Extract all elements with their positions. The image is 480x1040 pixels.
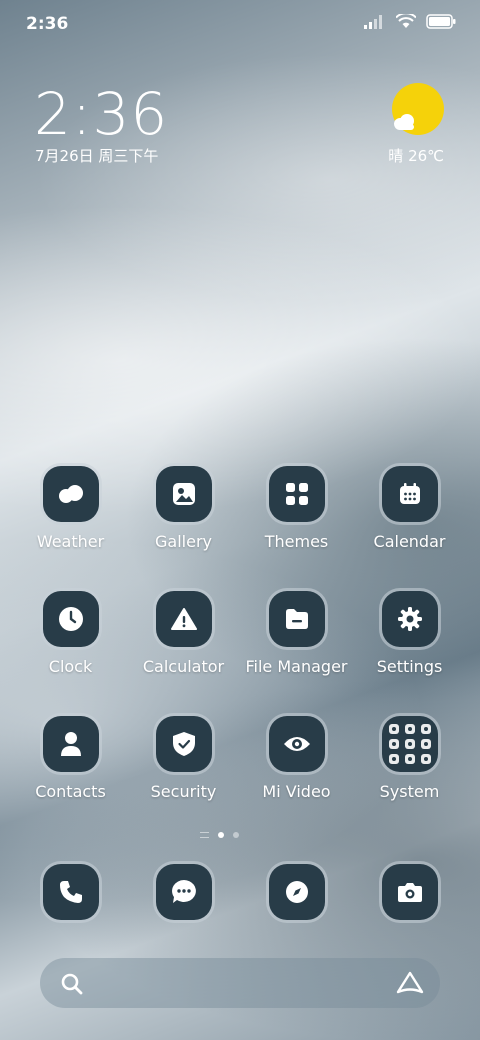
calendar-icon [381, 466, 438, 522]
app-label: Calendar [373, 532, 446, 551]
assistant-icon[interactable] [396, 971, 424, 995]
signal-icon [364, 14, 382, 29]
page-dot [233, 832, 239, 838]
app-label: Mi Video [262, 782, 331, 801]
app-gallery[interactable]: Gallery [127, 466, 240, 551]
browser-icon [268, 864, 325, 920]
dock-messages[interactable] [127, 864, 240, 920]
app-label: Gallery [155, 532, 212, 551]
app-label: Themes [264, 532, 329, 551]
cloud-icon [394, 114, 414, 130]
clock-icon [42, 591, 99, 647]
app-themes[interactable]: Themes [240, 466, 353, 551]
gallery-icon [155, 466, 212, 522]
dock-browser[interactable] [240, 864, 353, 920]
dock-phone[interactable] [14, 864, 127, 920]
app-label: Security [150, 782, 217, 801]
page-dot-active [218, 832, 224, 838]
app-label: System [379, 782, 440, 801]
app-label: Calculator [142, 657, 225, 676]
messages-icon [155, 864, 212, 920]
app-mi-video[interactable]: Mi Video [240, 716, 353, 801]
file-manager-icon [268, 591, 325, 647]
settings-icon [381, 591, 438, 647]
status-bar-time: 2:36 [26, 14, 69, 34]
status-icons [364, 14, 456, 29]
weather-widget-text[interactable]: 晴 26℃ [388, 145, 444, 166]
mi-video-icon [268, 716, 325, 772]
clock-widget-time[interactable]: 2:36 [34, 80, 168, 148]
app-label: File Manager [245, 657, 348, 676]
page-indicator[interactable] [200, 832, 239, 838]
wifi-icon [396, 14, 416, 28]
system-folder-icon [381, 716, 438, 772]
feed-page-indicator [200, 832, 209, 838]
weather-temperature: 26℃ [408, 147, 444, 165]
app-file-manager[interactable]: File Manager [240, 591, 353, 676]
app-calendar[interactable]: Calendar [353, 466, 466, 551]
app-security[interactable]: Security [127, 716, 240, 801]
themes-icon [268, 466, 325, 522]
weather-icon [42, 466, 99, 522]
battery-icon [426, 14, 456, 29]
contacts-icon [42, 716, 99, 772]
app-system-folder[interactable]: System [353, 716, 466, 801]
app-weather[interactable]: Weather [14, 466, 127, 551]
security-icon [155, 716, 212, 772]
dock-camera[interactable] [353, 864, 466, 920]
clock-widget-date[interactable]: 7月26日 周三下午 [35, 145, 158, 166]
phone-icon [42, 864, 99, 920]
app-contacts[interactable]: Contacts [14, 716, 127, 801]
app-settings[interactable]: Settings [353, 591, 466, 676]
weather-condition: 晴 [388, 147, 404, 165]
search-bar[interactable] [40, 958, 440, 1008]
app-label: Settings [376, 657, 443, 676]
app-label: Weather [36, 532, 105, 551]
calculator-icon [155, 591, 212, 647]
search-icon [61, 973, 83, 995]
app-calculator[interactable]: Calculator [127, 591, 240, 676]
app-label: Clock [48, 657, 93, 676]
camera-icon [381, 864, 438, 920]
app-clock[interactable]: Clock [14, 591, 127, 676]
app-label: Contacts [35, 782, 106, 801]
